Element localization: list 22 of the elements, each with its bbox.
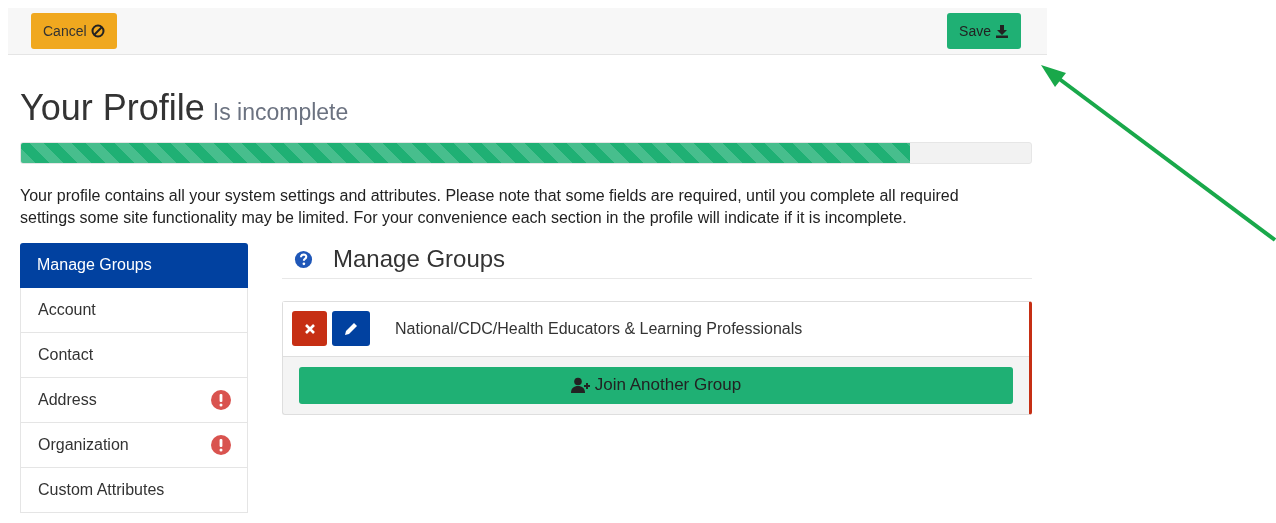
section-title: Manage Groups [333, 244, 506, 274]
help-icon [294, 249, 313, 269]
close-icon [304, 323, 315, 334]
sidebar-item[interactable]: Account [20, 287, 248, 333]
edit-button[interactable] [332, 311, 370, 346]
delete-button[interactable] [292, 311, 327, 346]
cancel-button[interactable]: Cancel [31, 13, 117, 49]
download-icon [995, 24, 1009, 38]
status-text: Is incomplete [212, 98, 349, 127]
ban-icon [90, 24, 105, 38]
sidebar-item[interactable]: Manage Groups [20, 242, 248, 288]
pencil-icon [343, 320, 359, 337]
add-user-icon [570, 377, 591, 393]
sidebar-item[interactable]: Contact [20, 332, 248, 378]
sidebar-item[interactable]: Address [20, 377, 248, 423]
sidebar-item[interactable]: Organization [20, 422, 248, 468]
intro-paragraph: Your profile contains all your system settings and attributes. Please note that some fields are required, until you complete all required settings some site functionality may be limited. For your convenience each section in the profile will indicate if it is incomplete. [20, 185, 960, 228]
join-group-button[interactable]: Join Another Group [299, 366, 1013, 404]
sidebar-item[interactable]: Custom Attributes [20, 467, 248, 513]
page-title: Your Profile [20, 88, 205, 128]
save-button[interactable]: Save [947, 13, 1021, 49]
group-name: National/CDC/Health Educators & Learning Professionals [395, 318, 803, 339]
